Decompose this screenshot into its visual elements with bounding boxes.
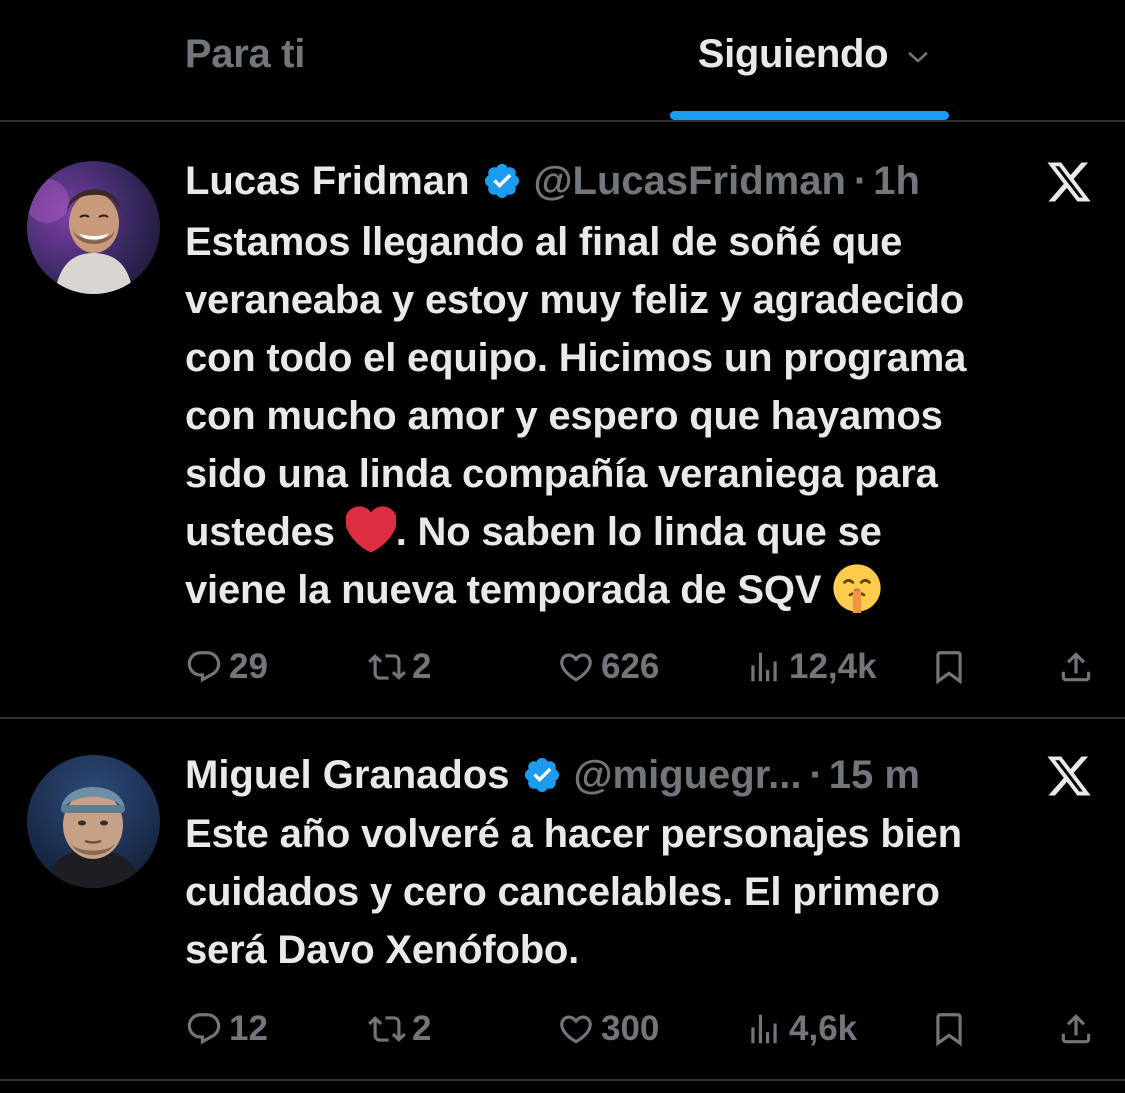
tweet-header: Miguel Granados @miguegr... · 15 m — [185, 750, 920, 800]
tab-for-you[interactable]: Para ti — [0, 0, 490, 120]
red-heart-emoji-icon — [345, 506, 396, 553]
bookmark-button[interactable] — [930, 642, 968, 692]
author-handle[interactable]: @miguegr... — [574, 753, 802, 798]
tweet-text-line: será Davo Xenófobo. — [185, 928, 580, 972]
reply-icon — [187, 651, 221, 683]
tweet-text-line: con mucho amor y espero que hayamos — [185, 394, 943, 438]
reply-count: 12 — [229, 1009, 268, 1048]
share-button[interactable] — [1057, 642, 1095, 692]
verified-badge-icon — [524, 757, 559, 793]
tweet-text-segment: viene la nueva temporada de SQV — [185, 568, 833, 612]
tweet-text: Estamos llegando al final de soñé que ve… — [185, 213, 1095, 619]
heart-icon — [560, 653, 592, 682]
reply-button[interactable]: 29 — [185, 642, 268, 692]
views-button[interactable]: 4,6k — [745, 1004, 857, 1054]
author-name[interactable]: Lucas Fridman — [185, 159, 470, 204]
reply-count: 29 — [229, 647, 268, 686]
tab-for-you-label: Para ti — [184, 31, 306, 76]
tab-following[interactable]: Siguiendo — [590, 0, 1040, 120]
active-tab-indicator — [670, 111, 949, 120]
views-count: 4,6k — [789, 1009, 858, 1048]
timestamp[interactable]: 15 m — [829, 753, 920, 798]
views-count: 12,4k — [789, 647, 877, 686]
timestamp[interactable]: 1h — [873, 159, 920, 204]
retweet-count: 2 — [412, 647, 432, 686]
bookmark-icon — [936, 1013, 962, 1047]
tweet-text: Este año volveré a hacer personajes bien… — [185, 805, 1095, 979]
tweet-text-line: Este año volveré a hacer personajes bien — [185, 812, 962, 856]
x-logo-icon[interactable] — [1044, 158, 1094, 206]
tweet-text-segment: . No saben lo linda que se — [395, 510, 882, 554]
share-icon — [1061, 1014, 1091, 1044]
tweet-text-line: cuidados y cero cancelables. El primero — [185, 870, 940, 914]
tweet-text-line: veraneaba y estoy muy feliz y agradecido — [185, 278, 965, 322]
views-icon — [751, 652, 777, 682]
views-button[interactable]: 12,4k — [745, 642, 877, 692]
avatar[interactable] — [27, 755, 160, 888]
timeline-tabs: Para ti Siguiendo — [0, 0, 1125, 122]
x-logo-icon[interactable] — [1044, 752, 1094, 800]
shushing-face-emoji-icon — [833, 564, 881, 614]
like-button[interactable]: 626 — [557, 642, 659, 692]
share-button[interactable] — [1057, 1004, 1095, 1054]
verified-badge-icon — [484, 163, 519, 199]
chevron-down-icon[interactable] — [904, 43, 932, 71]
avatar[interactable] — [27, 161, 160, 294]
tweet[interactable]: Lucas Fridman @LucasFridman · 1h Estamos… — [0, 122, 1125, 719]
retweet-count: 2 — [412, 1009, 432, 1048]
tweet[interactable]: Miguel Granados @miguegr... · 15 m Este … — [0, 719, 1125, 1081]
bookmark-icon — [936, 651, 962, 685]
tweet-text-line: con todo el equipo. Hicimos un programa — [185, 336, 967, 380]
heart-icon — [560, 1015, 592, 1044]
like-count: 626 — [601, 647, 660, 686]
tweet-text-line: Estamos llegando al final de soñé que — [185, 220, 903, 264]
tweet-actions: 12 2 300 4,6k — [185, 1004, 1095, 1054]
tweet-text-line: ustedes . No saben lo linda que se — [185, 503, 1095, 561]
tweet-text-segment: ustedes — [185, 510, 346, 554]
author-name[interactable]: Miguel Granados — [185, 753, 510, 798]
avatar-image — [27, 161, 160, 294]
retweet-icon — [368, 1016, 406, 1042]
author-handle[interactable]: @LucasFridman — [534, 159, 846, 204]
tweet-text-line: viene la nueva temporada de SQV — [185, 561, 1095, 619]
views-icon — [751, 1014, 777, 1044]
tab-following-label: Siguiendo — [697, 31, 889, 76]
avatar-image — [27, 755, 160, 888]
retweet-button[interactable]: 2 — [368, 642, 431, 692]
separator-dot: · — [809, 752, 823, 797]
reply-icon — [187, 1013, 221, 1045]
tweet-header: Lucas Fridman @LucasFridman · 1h — [185, 156, 920, 206]
retweet-icon — [368, 654, 406, 680]
share-icon — [1061, 652, 1091, 682]
separator-dot: · — [853, 158, 868, 203]
reply-button[interactable]: 12 — [185, 1004, 268, 1054]
like-count: 300 — [601, 1009, 660, 1048]
tweet-actions: 29 2 626 12,4k — [185, 642, 1095, 692]
retweet-button[interactable]: 2 — [368, 1004, 431, 1054]
bookmark-button[interactable] — [930, 1004, 968, 1054]
like-button[interactable]: 300 — [557, 1004, 659, 1054]
tweet-text-line: sido una linda compañía veraniega para — [185, 452, 938, 496]
